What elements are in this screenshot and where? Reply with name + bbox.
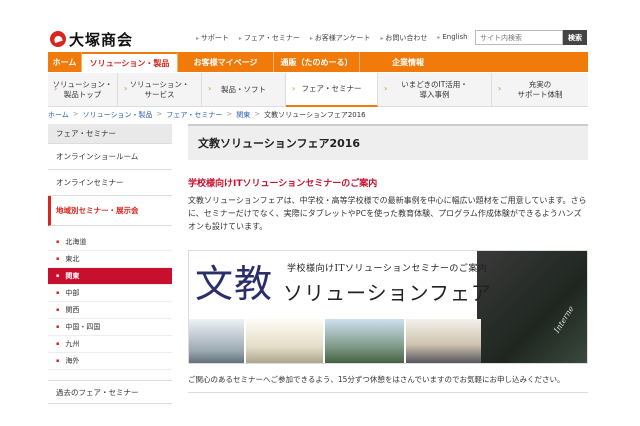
subnav-label: サポート体制 <box>517 90 563 99</box>
breadcrumb-current: 文教ソリューションフェア2016 <box>264 111 366 119</box>
breadcrumb-fair[interactable]: フェア・セミナー <box>166 110 222 120</box>
site-search: 検索 <box>475 30 587 45</box>
util-link-support[interactable]: サポート <box>196 33 229 43</box>
subnav-fair-seminar[interactable]: フェア・セミナー <box>286 73 378 107</box>
gnav-tanomeru[interactable]: 通販（たのめーる） <box>274 52 360 72</box>
main-content: 文教ソリューションフェア2016 学校様向けITソリューションセミナーのご案内 … <box>188 124 588 393</box>
breadcrumb-separator: > <box>156 110 163 118</box>
sidebar-region-kansai[interactable]: 関西 <box>48 302 172 319</box>
util-link-contact[interactable]: お問い合わせ <box>381 33 427 43</box>
gnav-solution[interactable]: ソリューション・製品 <box>82 52 178 72</box>
sidebar-region-kyushu[interactable]: 九州 <box>48 336 172 353</box>
section-heading: 学校様向けITソリューションセミナーのご案内 <box>188 179 378 189</box>
sidebar-heading[interactable]: フェア・セミナー <box>48 124 172 144</box>
subnav-label: ソリューション・ <box>129 79 190 89</box>
photo-students-classroom <box>189 319 245 363</box>
fair-banner[interactable]: Interne 文教 学校様向けITソリューションセミナーのご案内 ソリューショ… <box>188 250 588 364</box>
breadcrumb-separator: > <box>72 110 79 118</box>
subnav-label: サービス <box>144 90 175 99</box>
subnav-case-studies[interactable]: いまどきのIT活用・導入事例 <box>378 73 492 107</box>
subnav-label: ソリューション・ <box>52 79 113 89</box>
subnav-solution-top[interactable]: ソリューション・製品トップ <box>48 73 118 107</box>
sidebar-region-chubu[interactable]: 中部 <box>48 285 172 302</box>
breadcrumb-separator: > <box>254 110 261 118</box>
sidebar-region-overseas[interactable]: 海外 <box>48 353 172 370</box>
sidebar-region-kanto[interactable]: 関東 <box>48 268 172 285</box>
subnav-label: 充実の <box>528 79 552 89</box>
search-input[interactable] <box>475 30 563 45</box>
photo-books <box>246 319 324 363</box>
gnav-mypage[interactable]: お客様マイページ <box>178 52 274 72</box>
util-link-survey[interactable]: お客様アンケート <box>310 33 371 43</box>
gnav-corporate[interactable]: 企業情報 <box>360 52 456 72</box>
subnav-label: いまどきのIT活用・ <box>401 79 468 89</box>
sidebar-region-hokkaido[interactable]: 北海道 <box>48 234 172 251</box>
banner-photo-strip <box>189 319 481 363</box>
sub-nav: ソリューション・製品トップ ソリューション・サービス 製品・ソフト フェア・セミ… <box>48 73 588 107</box>
subnav-label: 製品トップ <box>63 90 102 99</box>
sidebar: フェア・セミナー オンラインショールーム オンラインセミナー 地域別セミナー・展… <box>48 124 172 404</box>
breadcrumb-separator: > <box>226 110 233 118</box>
subnav-product-soft[interactable]: 製品・ソフト <box>202 73 286 107</box>
util-link-fair[interactable]: フェア・セミナー <box>239 33 300 43</box>
photo-students-running <box>325 319 405 363</box>
divider <box>188 392 588 393</box>
logo-text: 大塚商会 <box>69 30 134 49</box>
sidebar-item-regional-seminar[interactable]: 地域別セミナー・展示会 <box>48 196 172 226</box>
subnav-label: 製品・ソフト <box>221 84 266 94</box>
utility-nav: サポート フェア・セミナー お客様アンケート お問い合わせ English <box>196 33 468 43</box>
breadcrumb-kanto[interactable]: 関東 <box>236 110 250 120</box>
banner-subtitle: 学校様向けITソリューションセミナーのご案内 <box>287 264 488 274</box>
sidebar-item-past-fairs[interactable]: 過去のフェア・セミナー <box>48 380 172 404</box>
search-button[interactable]: 検索 <box>563 30 587 45</box>
otsuka-logo-icon <box>50 31 66 47</box>
global-nav: ホーム ソリューション・製品 お客様マイページ 通販（たのめーる） 企業情報 <box>48 52 588 72</box>
lead-paragraph: 文教ソリューションフェアは、中学校・高等学校様での最新事例を中心に幅広い題材をご… <box>188 196 587 231</box>
breadcrumb-home[interactable]: ホーム <box>48 110 69 120</box>
page-title: 文教ソリューションフェア2016 <box>188 124 588 160</box>
sidebar-item-online-showroom[interactable]: オンラインショールーム <box>48 144 172 170</box>
util-link-english[interactable]: English <box>437 33 467 43</box>
site-header: 大塚商会 サポート フェア・セミナー お客様アンケート お問い合わせ Engli… <box>0 0 640 52</box>
breadcrumb: ホーム > ソリューション・製品 > フェア・セミナー > 関東 > 文教ソリュ… <box>48 110 366 120</box>
subnav-label: フェア・セミナー <box>301 83 362 93</box>
subnav-support[interactable]: 充実のサポート体制 <box>492 73 588 107</box>
footnote-text: ご関心のあるセミナーへご参加できるよう、15分ずつ休憩をはさんでいますのでお気軽… <box>188 375 565 384</box>
sidebar-item-online-seminar[interactable]: オンラインセミナー <box>48 170 172 196</box>
breadcrumb-solution[interactable]: ソリューション・製品 <box>83 110 153 120</box>
gnav-home[interactable]: ホーム <box>48 52 82 72</box>
sidebar-region-tohoku[interactable]: 東北 <box>48 251 172 268</box>
banner-big-text: 文教 <box>195 262 274 306</box>
subnav-label: 導入事例 <box>419 90 450 99</box>
site-logo[interactable]: 大塚商会 <box>50 30 134 49</box>
subnav-solution-service[interactable]: ソリューション・サービス <box>118 73 202 107</box>
banner-title: ソリューションフェア <box>283 281 492 305</box>
photo-students-smiling <box>406 319 481 363</box>
sidebar-region-chugoku-shikoku[interactable]: 中国・四国 <box>48 319 172 336</box>
